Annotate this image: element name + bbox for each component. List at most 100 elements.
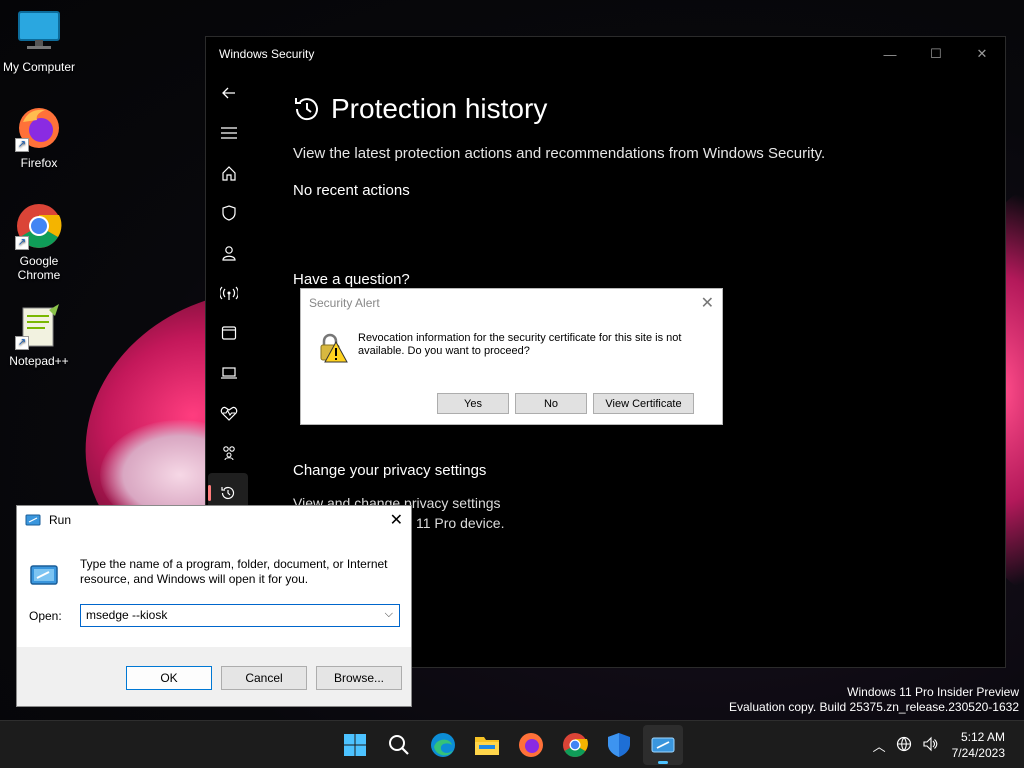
no-button[interactable]: No (515, 393, 587, 414)
view-certificate-button[interactable]: View Certificate (593, 393, 694, 414)
chrome-icon (563, 733, 588, 758)
privacy-heading: Change your privacy settings (293, 462, 487, 479)
maximize-button[interactable]: ☐ (913, 37, 959, 71)
open-label: Open: (29, 609, 62, 623)
chrome-icon: ↗ (15, 202, 63, 250)
folder-icon (475, 737, 499, 755)
search-icon (389, 735, 409, 755)
desktop-icon-my-computer[interactable]: My Computer (0, 8, 78, 74)
window-controls: — ☐ ✕ (867, 37, 1005, 71)
watermark-line: Windows 11 Pro Insider Preview (847, 685, 1019, 699)
tray-icons: ︿ (873, 736, 938, 755)
history-icon (295, 98, 318, 121)
edge-icon (431, 733, 455, 757)
history-icon (221, 486, 235, 500)
run-command-value: msedge --kiosk (86, 608, 168, 622)
globe-icon[interactable] (896, 736, 912, 752)
volume-icon[interactable] (922, 736, 938, 752)
run-icon (651, 737, 675, 753)
wireless-icon (220, 286, 238, 300)
back-button[interactable] (206, 73, 252, 113)
taskbar-edge[interactable] (423, 725, 463, 765)
taskbar-run[interactable] (643, 725, 683, 765)
heart-pulse-icon (220, 406, 238, 421)
search-button[interactable] (379, 725, 419, 765)
clock[interactable]: 5:12 AM 7/24/2023 (952, 729, 1005, 761)
run-titlebar: Run (17, 506, 411, 534)
run-program-icon (30, 565, 58, 585)
security-shield-icon (608, 733, 630, 757)
minimize-button[interactable]: — (867, 37, 913, 71)
page-title: Protection history (293, 93, 985, 125)
nav-virus-protection[interactable] (206, 193, 252, 233)
nav-device-security[interactable] (206, 353, 252, 393)
run-close-button[interactable]: ✕ (390, 510, 403, 530)
alert-title: Security Alert (309, 296, 380, 310)
hamburger-menu-button[interactable] (206, 113, 252, 153)
nav-family-options[interactable] (206, 433, 252, 473)
taskbar-apps (335, 725, 683, 765)
nav-home[interactable] (206, 153, 252, 193)
shortcut-arrow-icon: ↗ (15, 138, 29, 152)
hamburger-icon (221, 127, 237, 139)
desktop-icon-firefox[interactable]: ↗ Firefox (0, 104, 78, 170)
desktop-icon-label: Google Chrome (17, 254, 61, 282)
warning-lock-icon (320, 333, 348, 363)
start-button[interactable] (335, 725, 375, 765)
nav-device-performance[interactable] (206, 393, 252, 433)
notepadpp-icon: ↗ (15, 302, 63, 350)
taskbar: ︿ 5:12 AM 7/24/2023 (0, 720, 1024, 768)
privacy-text: 11 Pro device. (416, 515, 505, 531)
desktop-icon-label: Firefox (20, 156, 58, 170)
run-message: Type the name of a program, folder, docu… (80, 557, 388, 586)
yes-button[interactable]: Yes (437, 393, 509, 414)
browser-window-icon (221, 326, 237, 340)
nav-firewall[interactable] (206, 273, 252, 313)
run-body: Type the name of a program, folder, docu… (17, 534, 411, 647)
family-icon (223, 446, 235, 461)
shield-icon (222, 205, 236, 221)
back-arrow-icon (222, 87, 235, 99)
alert-message: Revocation information for the security … (358, 332, 682, 357)
alert-buttons: Yes No View Certificate (437, 393, 694, 414)
run-buttons: OK Cancel Browse... (126, 666, 402, 690)
taskbar-file-explorer[interactable] (467, 725, 507, 765)
browse-button[interactable]: Browse... (316, 666, 402, 690)
firefox-icon (519, 733, 543, 757)
taskbar-firefox[interactable] (511, 725, 551, 765)
run-title: Run (49, 513, 72, 527)
monitor-icon (15, 8, 63, 56)
clock-date: 7/24/2023 (951, 746, 1005, 760)
security-content: Protection history View the latest prote… (293, 93, 985, 199)
alert-body: Revocation information for the security … (301, 318, 722, 364)
run-icon (25, 514, 41, 526)
clock-time: 5:12 AM (960, 730, 1005, 744)
taskbar-chrome[interactable] (555, 725, 595, 765)
watermark-line: Evaluation copy. Build 25375.zn_release.… (729, 700, 1019, 714)
ok-button[interactable]: OK (126, 666, 212, 690)
person-icon (222, 246, 236, 261)
taskbar-windows-security[interactable] (599, 725, 639, 765)
question-heading: Have a question? (293, 271, 410, 288)
chevron-down-icon[interactable]: ⌵ (385, 608, 393, 621)
firefox-icon: ↗ (15, 104, 63, 152)
close-button[interactable]: ✕ (959, 37, 1005, 71)
evaluation-watermark: Windows 11 Pro Insider Preview Evaluatio… (729, 685, 1019, 715)
page-description: View the latest protection actions and r… (293, 145, 826, 162)
desktop-icon-label: My Computer (2, 60, 76, 74)
run-command-input[interactable]: msedge --kiosk ⌵ (80, 604, 400, 627)
security-alert-dialog: Security Alert ✕ Revocation information … (300, 288, 723, 425)
desktop-icon-notepadpp[interactable]: ↗ Notepad++ (0, 302, 78, 368)
alert-close-button[interactable]: ✕ (701, 293, 714, 313)
no-actions-text: No recent actions (293, 182, 410, 199)
page-title-text: Protection history (331, 93, 548, 124)
chevron-up-icon[interactable]: ︿ (873, 736, 886, 755)
shortcut-arrow-icon: ↗ (15, 236, 29, 250)
system-tray: ︿ 5:12 AM 7/24/2023 (873, 721, 1024, 768)
nav-account-protection[interactable] (206, 233, 252, 273)
desktop-icon-chrome[interactable]: ↗ Google Chrome (0, 202, 78, 282)
cancel-button[interactable]: Cancel (221, 666, 307, 690)
desktop-icon-label: Notepad++ (9, 354, 69, 368)
home-icon (222, 166, 236, 181)
nav-app-browser-control[interactable] (206, 313, 252, 353)
